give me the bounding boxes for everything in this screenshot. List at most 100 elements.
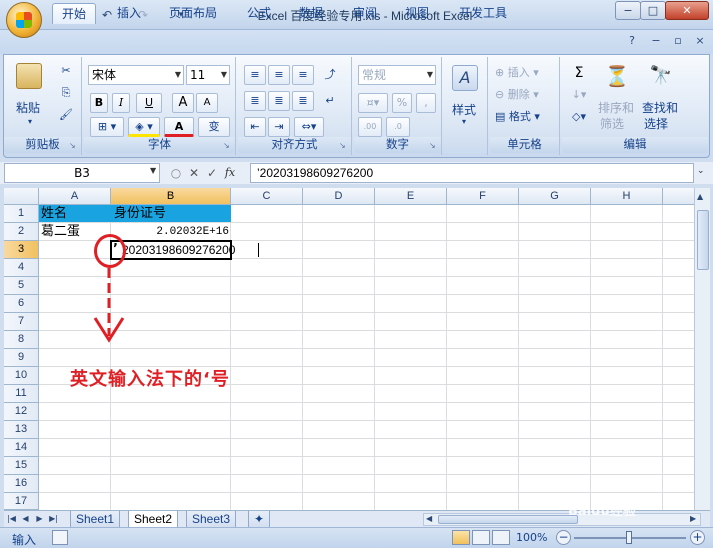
last-sheet-icon[interactable]: ▶| [48,512,59,526]
paste-icon[interactable] [16,63,42,89]
formula-bar-expand-icon[interactable]: ⌄ [697,166,705,176]
row-header-1[interactable]: 1 [4,205,39,223]
zoom-level[interactable]: 100% [516,531,547,544]
tab-developer[interactable]: 开发工具 [450,3,516,24]
cut-icon[interactable]: ✂ [56,61,76,81]
row-header-17[interactable]: 17 [4,493,39,510]
horizontal-scroll-thumb[interactable] [438,515,578,524]
italic-button[interactable]: I [112,93,130,113]
row-header-4[interactable]: 4 [4,259,39,277]
cell-b1[interactable]: 身份证号 [114,205,166,222]
column-header-a[interactable]: A [39,188,111,205]
borders-button[interactable]: ⊞ ▾ [90,117,124,137]
align-right-icon[interactable]: ≣ [292,91,314,111]
format-cells-button[interactable]: ▤ 格式 ▾ [494,107,554,127]
increase-decimal-icon[interactable]: .00 [358,117,382,137]
binoculars-icon[interactable]: 🔭 [648,63,674,89]
increase-indent-icon[interactable]: ⇥ [268,117,290,137]
tab-page-layout[interactable]: 页面布局 [160,3,226,24]
row-header-3[interactable]: 3 [4,241,39,259]
enter-entry-icon[interactable]: ✓ [204,165,220,181]
select-all-corner[interactable] [4,188,39,205]
find-select-label[interactable]: 查找和 [642,99,678,116]
ribbon-close-icon[interactable]: × [692,33,708,49]
phonetic-button[interactable]: 变 [198,117,230,137]
format-painter-icon[interactable]: 🖌 [56,105,76,125]
column-header-c[interactable]: C [231,188,303,205]
cell-b2[interactable]: 2.02032E+16 [111,224,229,241]
currency-format-icon[interactable]: ¤▾ [358,93,388,113]
row-header-2[interactable]: 2 [4,223,39,241]
align-left-icon[interactable]: ≣ [244,91,266,111]
column-header-f[interactable]: F [447,188,519,205]
styles-button[interactable]: 样式 [452,101,476,118]
name-box-dropdown-icon[interactable]: ▼ [150,166,156,175]
clear-icon[interactable]: ◇▾ [566,107,592,127]
help-icon[interactable]: ? [624,33,640,49]
align-top-icon[interactable]: ≡ [244,65,266,85]
office-button[interactable] [6,2,42,38]
column-header-g[interactable]: G [519,188,591,205]
underline-button[interactable]: U [136,93,162,113]
scroll-left-icon[interactable]: ◀ [426,514,432,523]
sheet-tab-1[interactable]: Sheet1 [70,511,121,528]
zoom-in-icon[interactable]: + [690,530,705,545]
row-header-14[interactable]: 14 [4,439,39,457]
next-sheet-icon[interactable]: ▶ [34,512,45,526]
vertical-scroll-thumb[interactable] [697,210,709,270]
row-header-9[interactable]: 9 [4,349,39,367]
delete-cells-button[interactable]: ⊖ 删除 ▾ [494,85,554,105]
vertical-scrollbar[interactable]: ▲ [694,188,710,510]
wrap-text-icon[interactable]: ↵ [318,91,342,111]
tab-insert[interactable]: 插入 [108,3,150,24]
insert-cells-button[interactable]: ⊕ 插入 ▾ [494,63,554,83]
tab-data[interactable]: 数据 [290,3,332,24]
scroll-up-icon[interactable]: ▲ [697,192,703,201]
row-header-15[interactable]: 15 [4,457,39,475]
paste-dropdown-icon[interactable]: ▾ [28,117,32,126]
sheet-tab-3[interactable]: Sheet3 [186,511,237,528]
paste-button[interactable]: 粘贴 [16,99,40,116]
fill-color-button[interactable]: ◈ ▾ [128,117,160,137]
scroll-right-icon[interactable]: ▶ [690,514,696,523]
align-middle-icon[interactable]: ≡ [268,65,290,85]
align-center-icon[interactable]: ≣ [268,91,290,111]
decrease-decimal-icon[interactable]: .0 [386,117,410,137]
formula-input[interactable]: ’20203198609276200 [250,163,694,183]
font-color-button[interactable]: A [164,117,194,137]
clipboard-launcher-icon[interactable]: ↘ [69,142,78,151]
row-header-7[interactable]: 7 [4,313,39,331]
bold-button[interactable]: B [90,93,108,113]
name-box[interactable]: B3 [4,163,160,183]
normal-view-icon[interactable] [452,530,470,545]
row-header-8[interactable]: 8 [4,331,39,349]
number-launcher-icon[interactable]: ↘ [429,142,438,151]
column-header-e[interactable]: E [375,188,447,205]
cell-a1[interactable]: 姓名 [41,205,67,222]
row-header-11[interactable]: 11 [4,385,39,403]
horizontal-scrollbar[interactable]: ◀ ▶ [423,513,701,526]
row-header-5[interactable]: 5 [4,277,39,295]
align-bottom-icon[interactable]: ≡ [292,65,314,85]
cell-a2[interactable]: 葛二蛋 [41,223,80,240]
cell-b3[interactable]: 20203198609276200 [122,242,235,259]
prev-sheet-icon[interactable]: ◀ [20,512,31,526]
sort-filter-label[interactable]: 排序和 [598,99,634,116]
font-launcher-icon[interactable]: ↘ [223,142,232,151]
fill-icon[interactable]: ↓▾ [566,85,592,105]
tab-view[interactable]: 视图 [396,3,438,24]
styles-dropdown-icon[interactable]: ▾ [462,117,466,126]
number-format-select[interactable]: 常规 ▼ [358,65,436,85]
decrease-indent-icon[interactable]: ⇤ [244,117,266,137]
page-break-view-icon[interactable] [492,530,510,545]
orientation-icon[interactable]: ⤴ [318,65,342,85]
zoom-out-icon[interactable]: − [556,530,571,545]
insert-function-icon[interactable]: fx [222,165,238,181]
maximize-button[interactable]: □ [640,1,666,20]
copy-icon[interactable]: ⎘ [56,83,76,103]
macro-record-icon[interactable] [52,530,68,545]
formula-expand-icon[interactable]: ○ [168,165,184,181]
minimize-button[interactable]: − [615,1,641,20]
insert-sheet-icon[interactable]: ✦ [248,511,270,528]
cancel-entry-icon[interactable]: ✕ [186,165,202,181]
